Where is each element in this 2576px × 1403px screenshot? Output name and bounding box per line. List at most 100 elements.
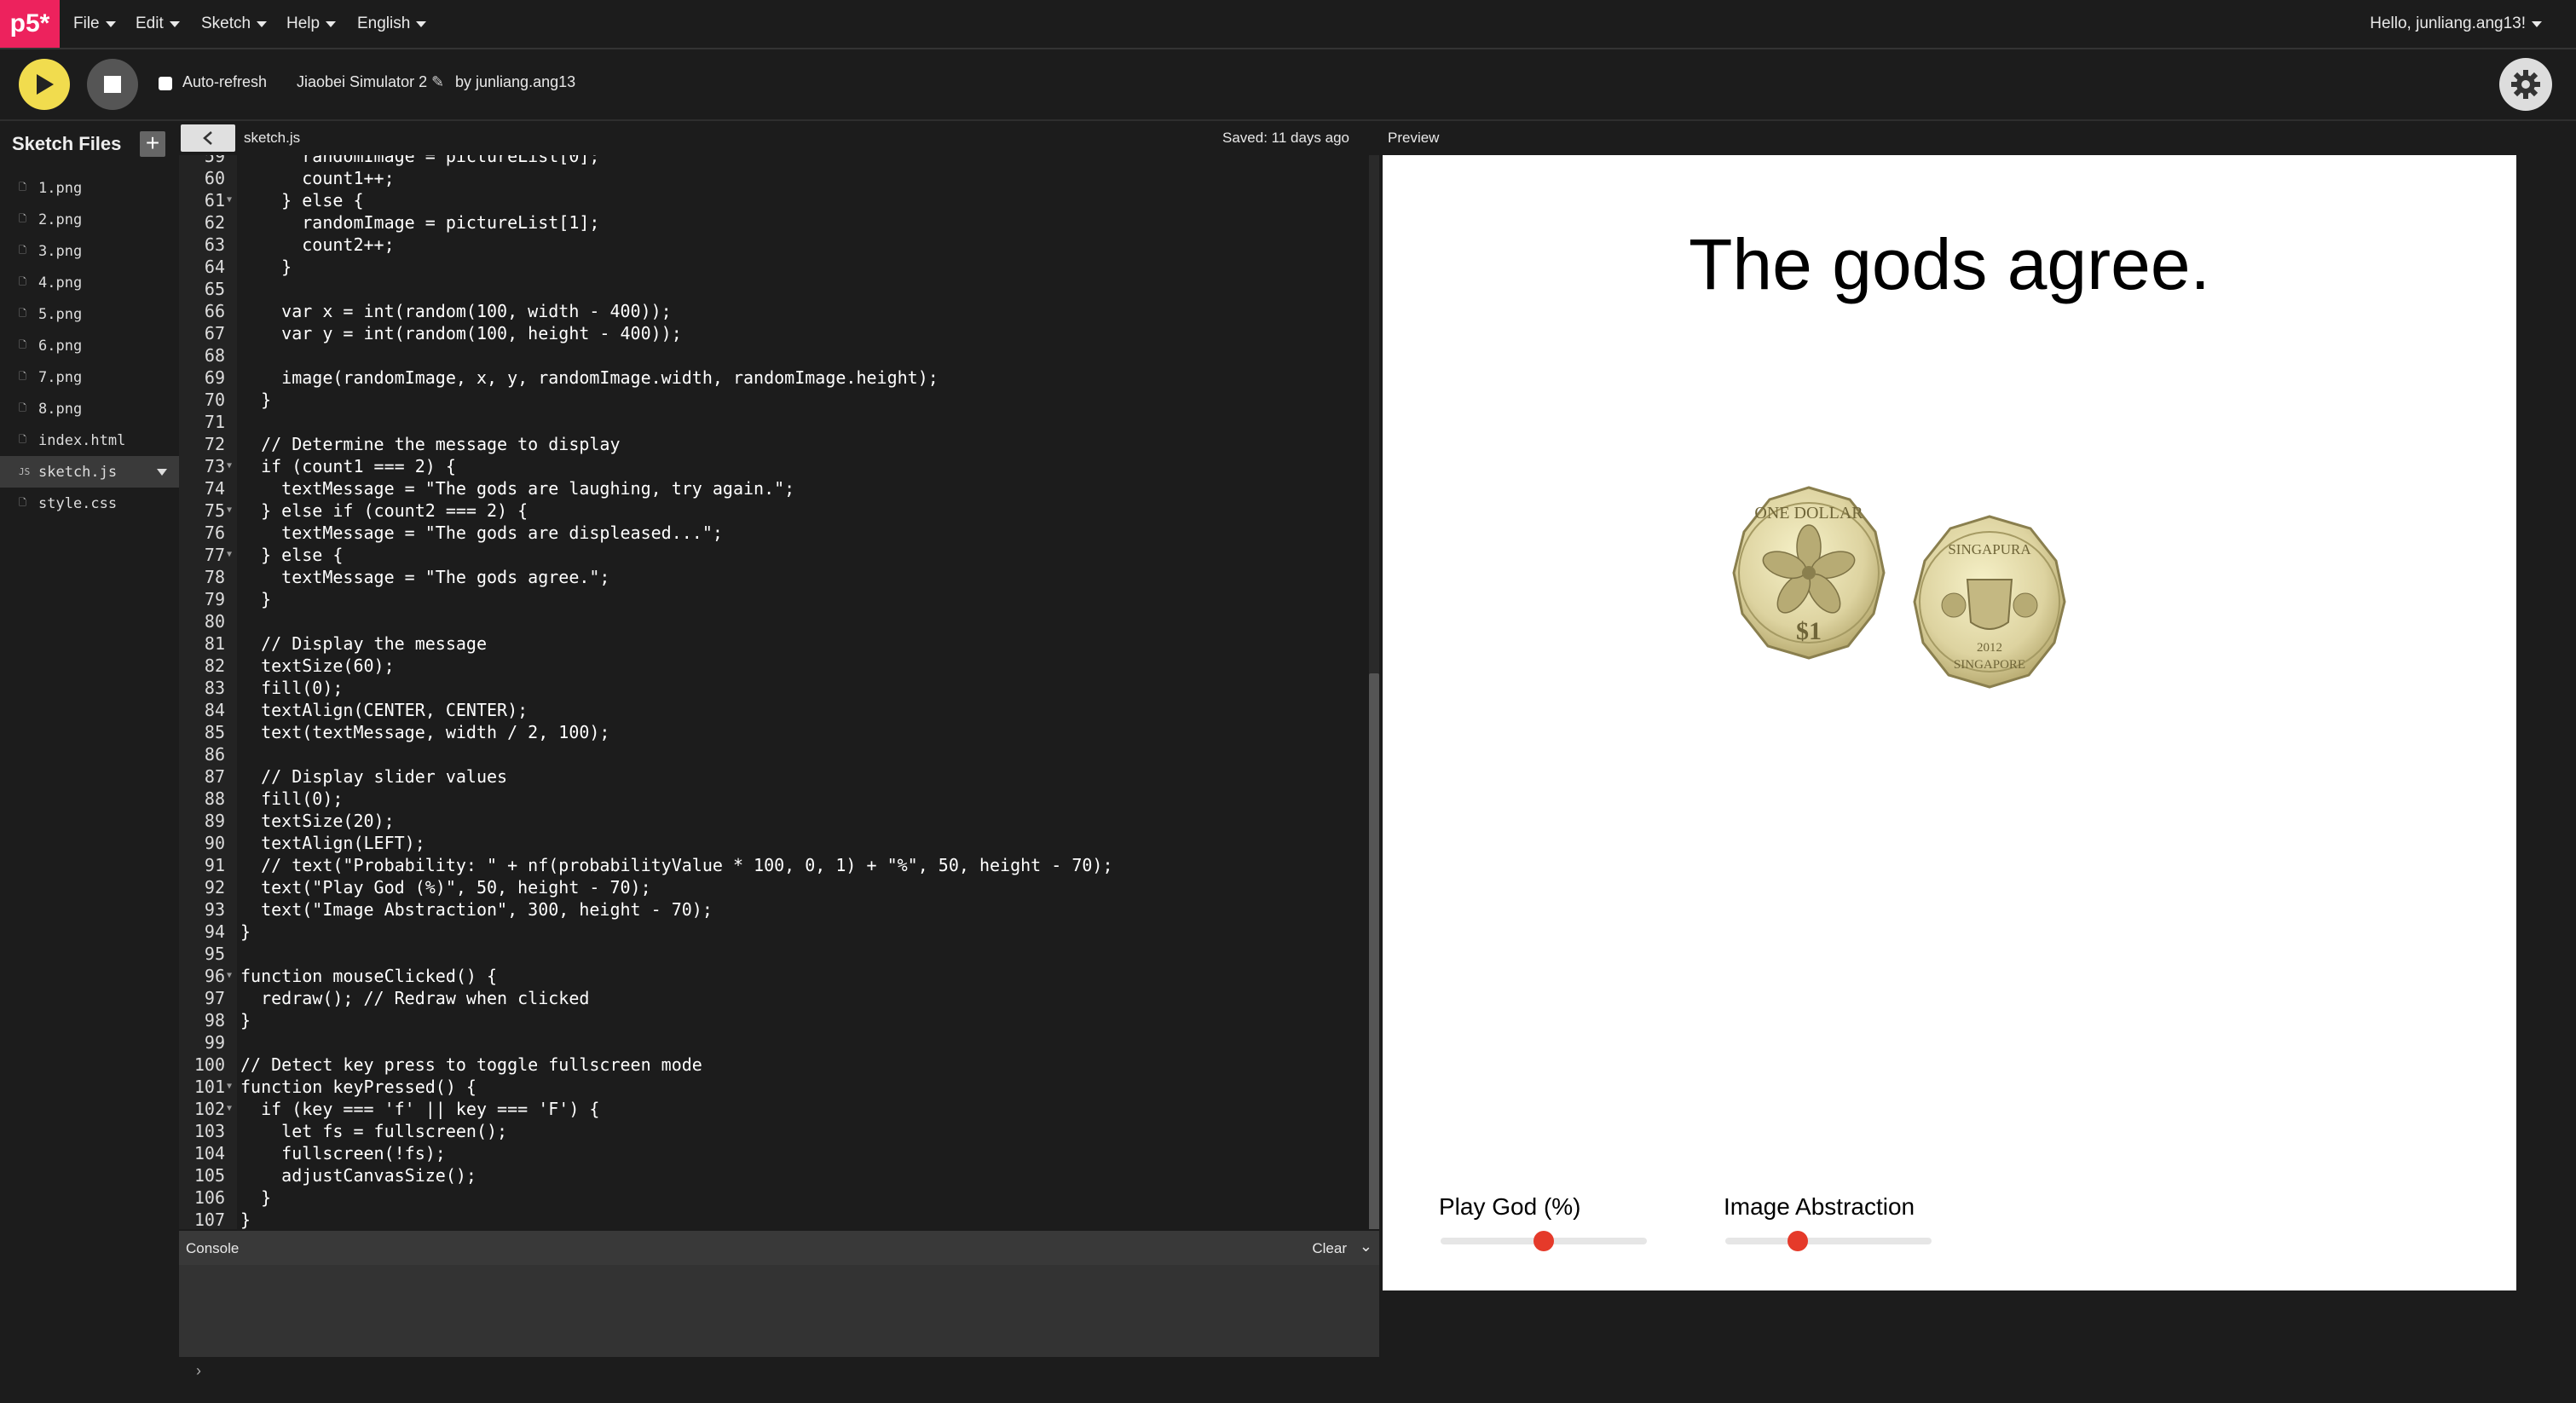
code-line[interactable]: 82 textSize(60); — [179, 655, 1364, 677]
file-item[interactable]: 🗋 2.png — [0, 204, 179, 235]
auto-refresh-label[interactable]: Auto-refresh — [182, 73, 267, 91]
pencil-icon[interactable]: ✎ — [431, 73, 444, 91]
code-line[interactable]: 61 ▼ } else { — [179, 189, 1364, 211]
editor-file-tab[interactable]: sketch.js — [244, 130, 300, 147]
code-line[interactable]: 67 var y = int(random(100, height - 400)… — [179, 322, 1364, 344]
image-abstraction-slider-thumb[interactable] — [1787, 1231, 1808, 1251]
collapse-sidebar-button[interactable] — [181, 124, 235, 152]
console-input[interactable]: › — [179, 1357, 1379, 1386]
play-god-slider[interactable] — [1441, 1231, 1647, 1251]
code-line[interactable]: 66 var x = int(random(100, width - 400))… — [179, 300, 1364, 322]
menu-file[interactable]: File — [73, 0, 116, 48]
code-line[interactable]: 87 // Display slider values — [179, 765, 1364, 788]
code-line[interactable]: 106 } — [179, 1186, 1364, 1209]
code-text: text("Image Abstraction", 300, height - … — [240, 899, 713, 920]
play-button[interactable] — [19, 59, 70, 110]
code-line[interactable]: 93 text("Image Abstraction", 300, height… — [179, 898, 1364, 921]
code-line[interactable]: 62 randomImage = pictureList[1]; — [179, 211, 1364, 234]
code-line[interactable]: 95 — [179, 943, 1364, 965]
code-line[interactable]: 101 ▼ function keyPressed() { — [179, 1076, 1364, 1098]
chevron-down-icon[interactable]: ⌄ — [1360, 1238, 1372, 1256]
file-item[interactable]: 🗋 7.png — [0, 361, 179, 393]
p5-logo[interactable]: p5* — [0, 0, 60, 48]
code-line[interactable]: 76 textMessage = "The gods are displease… — [179, 522, 1364, 544]
code-line[interactable]: 72 // Determine the message to display — [179, 433, 1364, 455]
editor-scrollbar-thumb[interactable] — [1369, 673, 1379, 1229]
code-line[interactable]: 65 — [179, 278, 1364, 300]
line-number: 82 — [204, 655, 225, 676]
code-line[interactable]: 69 image(randomImage, x, y, randomImage.… — [179, 367, 1364, 389]
code-line[interactable]: 60 count1++; — [179, 167, 1364, 189]
code-line[interactable]: 99 — [179, 1031, 1364, 1054]
code-line[interactable]: 84 textAlign(CENTER, CENTER); — [179, 699, 1364, 721]
code-line[interactable]: 107} — [179, 1209, 1364, 1229]
fold-toggle-icon[interactable]: ▼ — [227, 965, 232, 987]
code-line[interactable]: 68 — [179, 344, 1364, 367]
code-line[interactable]: 73 ▼ if (count1 === 2) { — [179, 455, 1364, 477]
file-item[interactable]: 🗋 4.png — [0, 267, 179, 298]
file-item[interactable]: 🗋 5.png — [0, 298, 179, 330]
settings-button[interactable] — [2499, 58, 2552, 111]
file-item[interactable]: 🗋 style.css — [0, 488, 179, 519]
console-clear-button[interactable]: Clear — [1312, 1240, 1347, 1257]
code-line[interactable]: 88 fill(0); — [179, 788, 1364, 810]
code-line[interactable]: 98} — [179, 1009, 1364, 1031]
fold-toggle-icon[interactable]: ▼ — [227, 544, 232, 566]
code-line[interactable]: 64 } — [179, 256, 1364, 278]
code-line[interactable]: 78 textMessage = "The gods agree."; — [179, 566, 1364, 588]
menu-sketch[interactable]: Sketch — [201, 0, 268, 48]
code-line[interactable]: 96 ▼ function mouseClicked() { — [179, 965, 1364, 987]
preview-canvas[interactable]: The gods agree. ONE DOLLAR $1 SINGAPURA … — [1383, 155, 2516, 1290]
code-line[interactable]: 85 text(textMessage, width / 2, 100); — [179, 721, 1364, 743]
code-line[interactable]: 77 ▼ } else { — [179, 544, 1364, 566]
fold-toggle-icon[interactable]: ▼ — [227, 1076, 232, 1098]
user-menu[interactable]: Hello, junliang.ang13! — [2370, 0, 2542, 48]
code-line[interactable]: 83 fill(0); — [179, 677, 1364, 699]
menu-language[interactable]: English — [357, 0, 427, 48]
sketch-name[interactable]: Jiaobei Simulator 2 — [297, 73, 427, 91]
fold-toggle-icon[interactable]: ▼ — [227, 189, 232, 211]
code-line[interactable]: 75 ▼ } else if (count2 === 2) { — [179, 499, 1364, 522]
file-item[interactable]: 🗋 6.png — [0, 330, 179, 361]
code-line[interactable]: 59 randomImage = pictureList[0]; — [179, 155, 1364, 167]
code-line[interactable]: 63 count2++; — [179, 234, 1364, 256]
code-line[interactable]: 80 — [179, 610, 1364, 632]
chevron-down-icon[interactable] — [157, 469, 167, 476]
code-line[interactable]: 104 fullscreen(!fs); — [179, 1142, 1364, 1164]
file-item[interactable]: 🗋 index.html — [0, 424, 179, 456]
fold-toggle-icon[interactable]: ▼ — [227, 455, 232, 477]
code-line[interactable]: 86 — [179, 743, 1364, 765]
menu-edit[interactable]: Edit — [136, 0, 180, 48]
image-abstraction-slider[interactable] — [1725, 1231, 1932, 1251]
code-line[interactable]: 103 let fs = fullscreen(); — [179, 1120, 1364, 1142]
auto-refresh-checkbox[interactable] — [159, 77, 172, 90]
code-line[interactable]: 92 text("Play God (%)", 50, height - 70)… — [179, 876, 1364, 898]
code-line[interactable]: 70 } — [179, 389, 1364, 411]
fold-toggle-icon[interactable]: ▼ — [227, 499, 232, 522]
code-line[interactable]: 102 ▼ if (key === 'f' || key === 'F') { — [179, 1098, 1364, 1120]
file-item-active[interactable]: JS sketch.js — [0, 456, 179, 488]
stop-button[interactable] — [87, 59, 138, 110]
code-line[interactable]: 100 // Detect key press to toggle fullscr… — [179, 1054, 1364, 1076]
code-line[interactable]: 74 textMessage = "The gods are laughing,… — [179, 477, 1364, 499]
code-editor[interactable]: 59 randomImage = pictureList[0]; 60 count… — [179, 155, 1379, 1229]
code-line[interactable]: 91 // text("Probability: " + nf(probabil… — [179, 854, 1364, 876]
file-item[interactable]: 🗋 3.png — [0, 235, 179, 267]
code-line[interactable]: 94} — [179, 921, 1364, 943]
fold-toggle-icon[interactable]: ▼ — [227, 1098, 232, 1120]
add-file-button[interactable]: + — [140, 131, 165, 157]
sketch-author[interactable]: by junliang.ang13 — [455, 73, 575, 91]
file-item[interactable]: 🗋 8.png — [0, 393, 179, 424]
menu-help[interactable]: Help — [286, 0, 337, 48]
code-line[interactable]: 71 — [179, 411, 1364, 433]
code-line[interactable]: 90 textAlign(LEFT); — [179, 832, 1364, 854]
line-number: 85 — [204, 722, 225, 742]
code-line[interactable]: 105 adjustCanvasSize(); — [179, 1164, 1364, 1186]
code-line[interactable]: 81 // Display the message — [179, 632, 1364, 655]
file-item[interactable]: 🗋 1.png — [0, 172, 179, 204]
code-line[interactable]: 97 redraw(); // Redraw when clicked — [179, 987, 1364, 1009]
code-line[interactable]: 79 } — [179, 588, 1364, 610]
play-god-slider-thumb[interactable] — [1533, 1231, 1554, 1251]
line-number: 91 — [204, 855, 225, 875]
code-line[interactable]: 89 textSize(20); — [179, 810, 1364, 832]
